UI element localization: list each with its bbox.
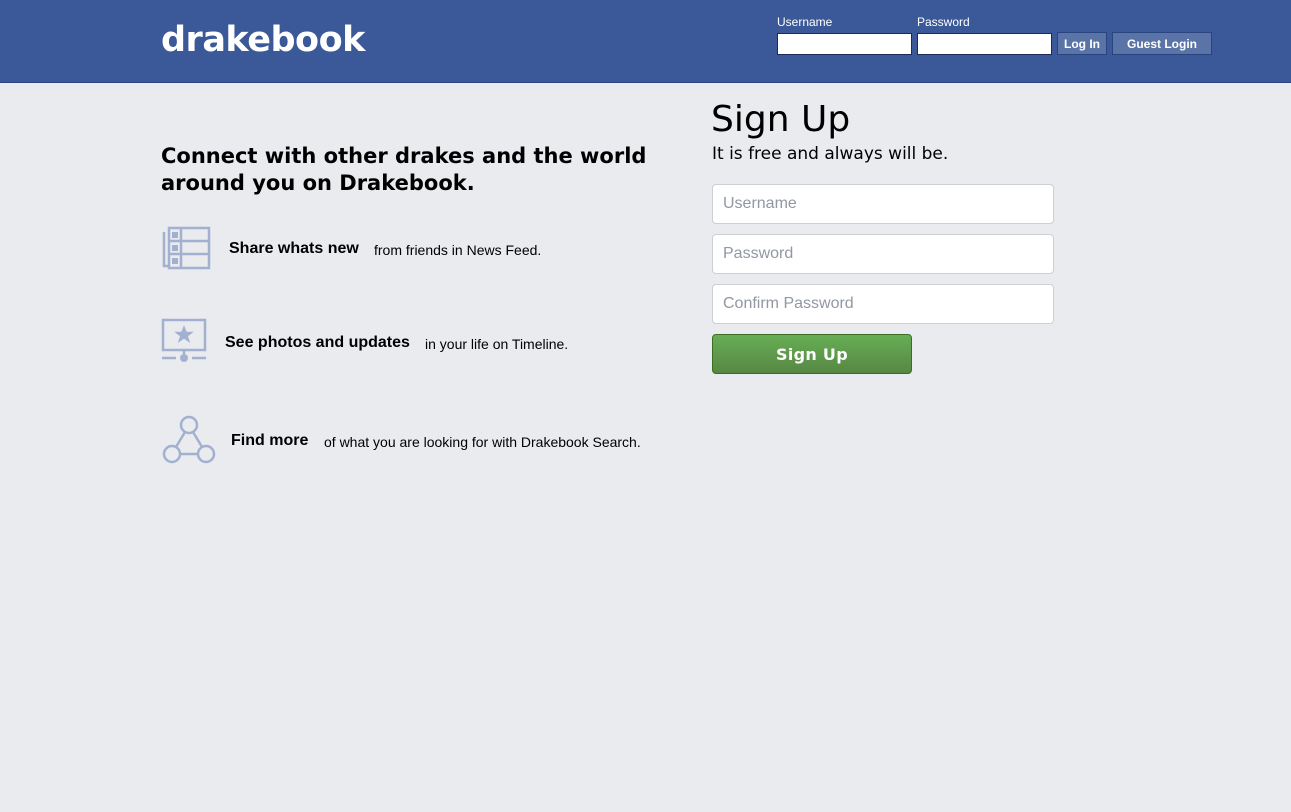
signup-username-input[interactable] <box>712 184 1054 224</box>
signup-password-input[interactable] <box>712 234 1054 274</box>
guest-login-button[interactable]: Guest Login <box>1112 32 1212 55</box>
login-username-label: Username <box>777 15 833 29</box>
feature-description: in your life on Timeline. <box>425 336 569 352</box>
login-password-input[interactable] <box>917 33 1052 55</box>
feature-title: Find more <box>231 432 309 449</box>
intro-headline: Connect with other drakes and the world … <box>161 144 647 195</box>
login-password-label: Password <box>917 15 970 29</box>
feature-title: Share whats new <box>229 240 359 257</box>
feature-title: See photos and updates <box>225 334 410 351</box>
log-in-button[interactable]: Log In <box>1057 32 1107 55</box>
search-graph-icon <box>161 413 217 472</box>
top-bar: drakebook Username Password Log In Guest… <box>0 0 1291 83</box>
news-feed-icon <box>161 226 211 275</box>
signup-confirm-password-input[interactable] <box>712 284 1054 324</box>
signup-subtitle: It is free and always will be. <box>712 144 949 164</box>
login-username-input[interactable] <box>777 33 912 55</box>
signup-title: Sign Up <box>711 99 851 140</box>
sign-up-button[interactable]: Sign Up <box>712 334 912 374</box>
feature-description: from friends in News Feed. <box>374 242 542 258</box>
logo[interactable]: drakebook <box>161 20 365 60</box>
feature-description: of what you are looking for with Drakebo… <box>324 434 641 450</box>
timeline-photo-icon <box>161 318 207 369</box>
